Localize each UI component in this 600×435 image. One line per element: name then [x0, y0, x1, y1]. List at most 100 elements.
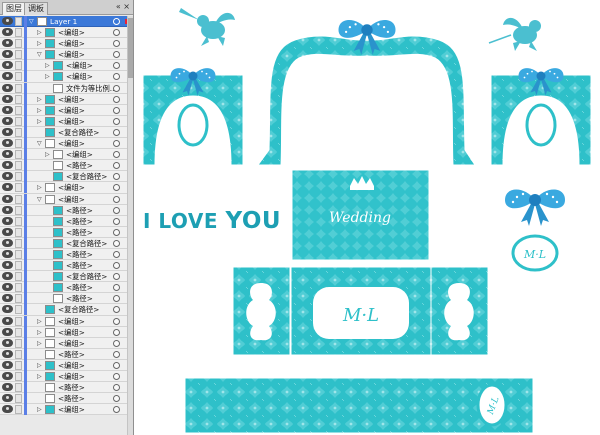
layer-row[interactable]: <路径> — [0, 348, 133, 360]
lock-toggle-icon[interactable] — [15, 261, 22, 271]
lock-toggle-icon[interactable] — [15, 305, 22, 315]
visibility-eye-icon[interactable] — [2, 216, 13, 225]
expand-triangle-icon[interactable]: ▷ — [37, 316, 42, 327]
layer-row[interactable]: ▷ <编组> — [0, 71, 133, 83]
lock-toggle-icon[interactable] — [15, 105, 22, 115]
expand-triangle-icon[interactable]: ▷ — [37, 371, 42, 382]
target-circle-icon[interactable] — [113, 350, 120, 358]
layer-row[interactable]: ▽ Layer 1 — [0, 16, 133, 28]
visibility-eye-icon[interactable] — [2, 205, 13, 214]
expand-triangle-icon[interactable]: ▷ — [37, 182, 42, 193]
lock-toggle-icon[interactable] — [15, 283, 22, 293]
target-circle-icon[interactable] — [113, 140, 120, 148]
lock-toggle-icon[interactable] — [15, 28, 22, 38]
target-circle-icon[interactable] — [113, 328, 120, 336]
target-circle-icon[interactable] — [113, 151, 120, 159]
layer-row[interactable]: <路径> — [0, 260, 133, 272]
layer-row[interactable]: ▷ <编组> — [0, 104, 133, 116]
lock-toggle-icon[interactable] — [15, 216, 22, 226]
collapse-triangle-icon[interactable]: ▽ — [37, 138, 42, 149]
layer-row[interactable]: ▽ <编组> — [0, 49, 133, 61]
lock-toggle-icon[interactable] — [15, 227, 22, 237]
lock-toggle-icon[interactable] — [15, 327, 22, 337]
target-circle-icon[interactable] — [113, 384, 120, 392]
layer-row[interactable]: <路径> — [0, 226, 133, 238]
target-circle-icon[interactable] — [113, 195, 120, 203]
visibility-eye-icon[interactable] — [2, 360, 13, 369]
layer-row[interactable]: ▽ <编组> — [0, 193, 133, 205]
layer-row[interactable]: <复合路径> — [0, 171, 133, 183]
visibility-eye-icon[interactable] — [2, 172, 13, 181]
layer-row[interactable]: ▷ <编组> — [0, 326, 133, 338]
lock-toggle-icon[interactable] — [15, 183, 22, 193]
visibility-eye-icon[interactable] — [2, 94, 13, 103]
tab-layers[interactable]: 图层 — [2, 2, 26, 15]
target-circle-icon[interactable] — [113, 317, 120, 325]
visibility-eye-icon[interactable] — [2, 261, 13, 270]
visibility-eye-icon[interactable] — [2, 272, 13, 281]
layer-row[interactable]: <路径> — [0, 293, 133, 305]
target-circle-icon[interactable] — [113, 18, 120, 25]
collapse-triangle-icon[interactable]: ▽ — [29, 16, 34, 27]
visibility-eye-icon[interactable] — [2, 316, 13, 325]
lock-toggle-icon[interactable] — [15, 316, 22, 326]
layer-row[interactable]: ▷ <编组> — [0, 149, 133, 161]
layer-row[interactable]: ▷ <编组> — [0, 38, 133, 50]
panel-collapse-close-controls[interactable]: « × — [116, 2, 130, 11]
expand-triangle-icon[interactable]: ▷ — [37, 404, 42, 415]
lock-toggle-icon[interactable] — [15, 360, 22, 370]
visibility-eye-icon[interactable] — [2, 283, 13, 292]
lock-toggle-icon[interactable] — [15, 127, 22, 137]
layer-row[interactable]: <路径> — [0, 215, 133, 227]
target-circle-icon[interactable] — [113, 184, 120, 192]
lock-toggle-icon[interactable] — [15, 61, 22, 71]
lock-toggle-icon[interactable] — [15, 83, 22, 93]
tab-palette[interactable]: 调板 — [24, 2, 48, 15]
expand-triangle-icon[interactable]: ▷ — [37, 38, 42, 49]
lock-toggle-icon[interactable] — [15, 205, 22, 215]
visibility-eye-icon[interactable] — [2, 150, 13, 159]
target-circle-icon[interactable] — [113, 117, 120, 125]
layer-row[interactable]: ▷ <编组> — [0, 404, 133, 416]
collapse-triangle-icon[interactable]: ▽ — [37, 194, 42, 205]
layer-row[interactable]: <路径> — [0, 382, 133, 394]
target-circle-icon[interactable] — [113, 361, 120, 369]
layer-row[interactable]: ▷ <编组> — [0, 93, 133, 105]
target-circle-icon[interactable] — [113, 284, 120, 292]
visibility-eye-icon[interactable] — [2, 394, 13, 403]
target-circle-icon[interactable] — [113, 273, 120, 281]
layer-row[interactable]: <复合路径> — [0, 271, 133, 283]
lock-toggle-icon[interactable] — [15, 139, 22, 149]
target-circle-icon[interactable] — [113, 250, 120, 258]
target-circle-icon[interactable] — [113, 40, 120, 48]
layer-row[interactable]: ▷ <编组> — [0, 115, 133, 127]
layer-row[interactable]: <复合路径> — [0, 126, 133, 139]
visibility-eye-icon[interactable] — [2, 105, 13, 114]
target-circle-icon[interactable] — [113, 128, 120, 136]
visibility-eye-icon[interactable] — [2, 72, 13, 81]
collapse-triangle-icon[interactable]: ▽ — [37, 49, 42, 60]
lock-toggle-icon[interactable] — [15, 172, 22, 182]
layer-row[interactable]: ▷ <编组> — [0, 27, 133, 39]
target-circle-icon[interactable] — [113, 106, 120, 114]
target-circle-icon[interactable] — [113, 395, 120, 403]
visibility-eye-icon[interactable] — [2, 61, 13, 70]
lock-toggle-icon[interactable] — [15, 394, 22, 404]
lock-toggle-icon[interactable] — [15, 17, 22, 26]
target-circle-icon[interactable] — [113, 262, 120, 270]
lock-toggle-icon[interactable] — [15, 272, 22, 282]
visibility-eye-icon[interactable] — [2, 349, 13, 358]
lock-toggle-icon[interactable] — [15, 405, 22, 415]
lock-toggle-icon[interactable] — [15, 349, 22, 359]
layer-row[interactable]: ▷ <编组> — [0, 337, 133, 349]
target-circle-icon[interactable] — [113, 73, 120, 81]
lock-toggle-icon[interactable] — [15, 50, 22, 60]
target-circle-icon[interactable] — [113, 306, 120, 314]
lock-toggle-icon[interactable] — [15, 249, 22, 259]
lock-toggle-icon[interactable] — [15, 372, 22, 381]
lock-toggle-icon[interactable] — [15, 383, 22, 393]
expand-triangle-icon[interactable]: ▷ — [45, 60, 50, 71]
target-circle-icon[interactable] — [113, 162, 120, 170]
expand-triangle-icon[interactable]: ▷ — [37, 360, 42, 371]
visibility-eye-icon[interactable] — [2, 127, 13, 136]
